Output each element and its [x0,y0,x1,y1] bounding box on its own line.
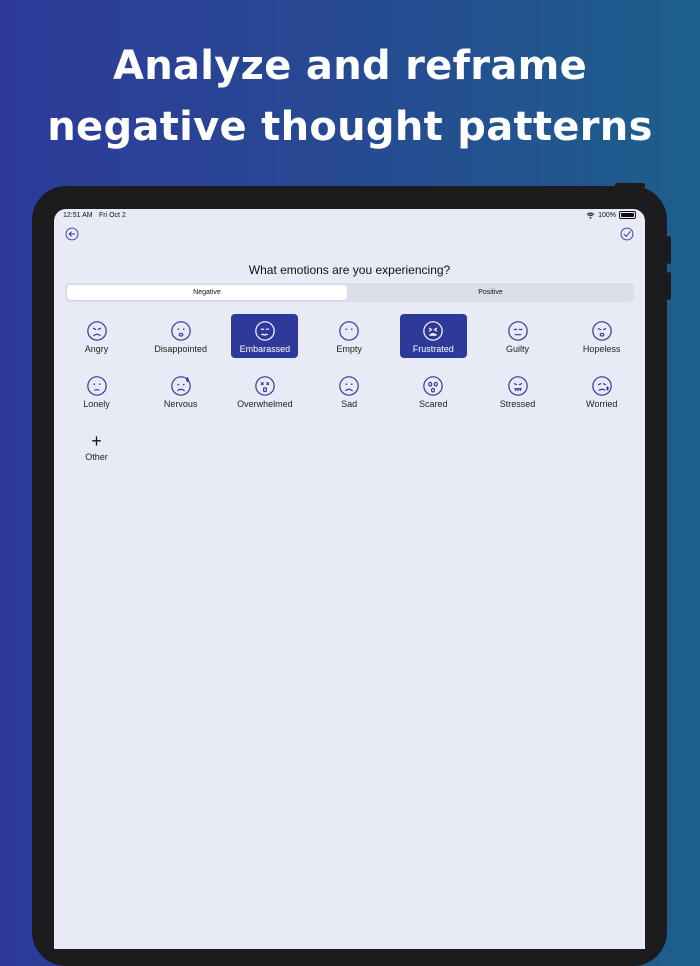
emotion-label: Scared [419,399,448,409]
promo-headline: Analyze and reframe negative thought pat… [0,36,700,158]
emotion-label: Empty [336,344,362,354]
emotion-question: What emotions are you experiencing? [248,263,451,277]
emotion-option-scared[interactable]: .f{fill:#2e3a9a;stroke:none} Scared [400,369,467,413]
emotion-label: Angry [84,344,109,354]
done-checkmark-icon[interactable] [620,227,634,241]
plus-icon: + [91,431,102,451]
angry-face-icon: .f{fill:#2e3a9a;stroke:none} [86,321,107,341]
frustrated-face-icon: .f{fill:#ffffff;stroke:none} [423,321,444,341]
emotion-option-worried[interactable]: .f{fill:#2e3a9a;stroke:none} Worried [568,369,635,413]
sad-face-icon: .f{fill:#2e3a9a;stroke:none} [339,376,359,396]
battery-percent: 100% [598,211,616,219]
disappointed-face-icon: .f{fill:#2e3a9a;stroke:none} [170,321,191,341]
emotion-label: Sad [341,399,358,409]
promo-line-1: Analyze and reframe [112,43,588,89]
emotion-option-empty[interactable]: .f{fill:#2e3a9a;stroke:none} Empty [316,314,383,358]
embarrassed-face-icon: .f{fill:#ffffff;stroke:none} [255,321,275,341]
status-bar: 12:51 AM Fri Oct 2 100% [54,209,645,225]
back-arrow-icon[interactable] [65,227,79,241]
app-screen: 12:51 AM Fri Oct 2 100% What emotions ar… [54,209,645,949]
emotion-option-frustrated[interactable]: .f{fill:#ffffff;stroke:none} Frustrated [399,314,467,358]
emotion-label: Embarassed [239,344,291,354]
emotion-option-hopeless[interactable]: .f{fill:#2e3a9a;stroke:none} Hopeless [568,314,635,358]
emotion-label: Overwhelmed [237,399,293,409]
emotion-type-segmented-control: Negative Positive [65,283,634,302]
emotion-option-angry[interactable]: .f{fill:#2e3a9a;stroke:none} Angry [63,314,130,358]
stressed-face-icon: .f{fill:#2e3a9a;stroke:none} [507,376,528,396]
emotion-label: Worried [586,399,618,409]
emotion-option-embarassed[interactable]: .f{fill:#ffffff;stroke:none} Embarassed [231,314,299,358]
hopeless-face-icon: .f{fill:#2e3a9a;stroke:none} [591,321,612,341]
emotion-option-other[interactable]: + Other [63,424,130,468]
lonely-face-icon: .f{fill:#2e3a9a;stroke:none} [86,376,107,396]
emotion-option-guilty[interactable]: .f{fill:#2e3a9a;stroke:none} Guilty [484,314,551,358]
emotion-option-overwhelmed[interactable]: .f{fill:#2e3a9a;stroke:none} Overwhelmed [231,369,298,413]
tab-positive[interactable]: Positive [349,285,632,300]
emotion-option-disappointed[interactable]: .f{fill:#2e3a9a;stroke:none} Disappointed [147,314,214,358]
status-time: 12:51 AM [63,212,93,219]
emotion-label: Stressed [499,399,536,409]
empty-face-icon: .f{fill:#2e3a9a;stroke:none} [339,321,359,341]
status-right: 100% [586,211,636,219]
emotion-option-sad[interactable]: .f{fill:#2e3a9a;stroke:none} Sad [316,369,383,413]
overwhelmed-face-icon: .f{fill:#2e3a9a;stroke:none} [255,376,275,396]
emotion-option-stressed[interactable]: .f{fill:#2e3a9a;stroke:none} Stressed [484,369,551,413]
emotion-label-other: Other [85,452,108,462]
emotion-label: Hopeless [582,344,621,354]
battery-icon [619,211,636,219]
emotion-label: Lonely [83,399,110,409]
emotion-label: Nervous [163,399,198,409]
device-volume-up [667,236,671,264]
worried-face-icon: .f{fill:#2e3a9a;stroke:none} [591,376,612,396]
device-volume-down [667,272,671,300]
emotion-option-lonely[interactable]: .f{fill:#2e3a9a;stroke:none} Lonely [63,369,130,413]
scared-face-icon: .f{fill:#2e3a9a;stroke:none} [423,376,444,396]
emotion-label: Disappointed [154,344,207,354]
nervous-face-icon: .f{fill:#2e3a9a;stroke:none} [170,376,191,396]
emotion-label: Guilty [505,344,529,354]
emotion-label: Frustrated [412,344,454,354]
tab-negative[interactable]: Negative [67,285,347,300]
status-date: Fri Oct 2 [99,212,126,219]
emotion-option-nervous[interactable]: .f{fill:#2e3a9a;stroke:none} Nervous [147,369,214,413]
wifi-icon [586,212,595,219]
promo-line-2: negative thought patterns [47,104,653,150]
guilty-face-icon: .f{fill:#2e3a9a;stroke:none} [507,321,528,341]
